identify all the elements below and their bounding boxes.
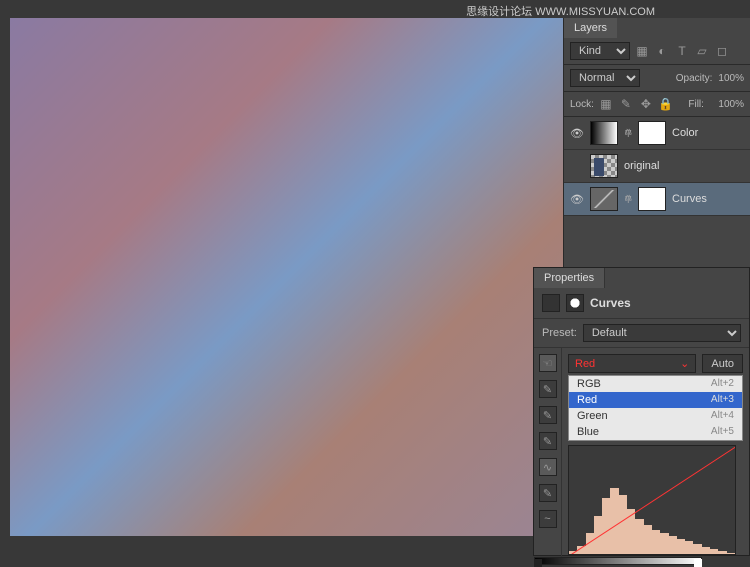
- preset-label: Preset:: [542, 327, 577, 339]
- lock-position-icon[interactable]: ✥: [638, 96, 654, 112]
- black-point-eyedropper-icon[interactable]: ✎: [539, 380, 557, 398]
- filter-smart-icon[interactable]: ◻: [714, 43, 730, 59]
- targeted-adjustment-icon[interactable]: ☜: [539, 354, 557, 372]
- layer-thumbnail[interactable]: [590, 154, 618, 178]
- layer-row[interactable]: 👁 𐄷 Color: [564, 117, 750, 150]
- link-icon: 𐄷: [624, 192, 632, 206]
- channel-option-blue[interactable]: BlueAlt+5: [569, 424, 742, 440]
- channel-dropdown: RGBAlt+2 RedAlt+3 GreenAlt+4 BlueAlt+5: [568, 375, 743, 441]
- channel-select[interactable]: Red⌄: [568, 354, 696, 373]
- mask-thumbnail[interactable]: [638, 121, 666, 145]
- curves-histogram[interactable]: [568, 445, 736, 555]
- properties-panel: Properties Curves Preset: Default ☜ ✎ ✎ …: [533, 267, 750, 556]
- lock-transparency-icon[interactable]: ▦: [598, 96, 614, 112]
- mask-thumbnail[interactable]: [638, 187, 666, 211]
- filter-type-icon[interactable]: T: [674, 43, 690, 59]
- channel-option-green[interactable]: GreenAlt+4: [569, 408, 742, 424]
- pencil-curve-icon[interactable]: ✎: [539, 484, 557, 502]
- mask-icon: [566, 294, 584, 312]
- input-gradient: [534, 557, 702, 565]
- layers-tab[interactable]: Layers: [564, 18, 617, 38]
- layer-thumbnail[interactable]: [590, 121, 618, 145]
- visibility-toggle-icon[interactable]: 👁: [570, 193, 584, 206]
- layer-name-label[interactable]: Curves: [672, 193, 707, 205]
- filter-pixel-icon[interactable]: ▦: [634, 43, 650, 59]
- layer-row[interactable]: original: [564, 150, 750, 183]
- white-point-slider[interactable]: [694, 559, 702, 567]
- filter-shape-icon[interactable]: ▱: [694, 43, 710, 59]
- channel-option-rgb[interactable]: RGBAlt+2: [569, 376, 742, 392]
- adjustment-title: Curves: [590, 296, 631, 310]
- smooth-curve-icon[interactable]: ~: [539, 510, 557, 528]
- lock-all-icon[interactable]: 🔒: [658, 96, 674, 112]
- link-icon: 𐄷: [624, 126, 632, 140]
- lock-pixels-icon[interactable]: ✎: [618, 96, 634, 112]
- layer-name-label[interactable]: Color: [672, 127, 698, 139]
- fill-value[interactable]: 100%: [718, 99, 744, 110]
- blend-mode-select[interactable]: Normal: [570, 69, 640, 87]
- auto-button[interactable]: Auto: [702, 354, 743, 373]
- lock-label: Lock:: [570, 99, 594, 110]
- preset-select[interactable]: Default: [583, 324, 741, 342]
- image-canvas[interactable]: [10, 18, 563, 536]
- layer-row[interactable]: 👁 𐄷 Curves: [564, 183, 750, 216]
- gray-point-eyedropper-icon[interactable]: ✎: [539, 406, 557, 424]
- filter-adjustment-icon[interactable]: ◐: [654, 43, 670, 59]
- opacity-label: Opacity:: [676, 73, 713, 84]
- point-curve-icon[interactable]: ∿: [539, 458, 557, 476]
- layer-thumbnail[interactable]: [590, 187, 618, 211]
- white-point-eyedropper-icon[interactable]: ✎: [539, 432, 557, 450]
- properties-tab[interactable]: Properties: [534, 268, 605, 288]
- chevron-down-icon: ⌄: [680, 357, 689, 370]
- filter-kind-select[interactable]: Kind: [570, 42, 630, 60]
- visibility-toggle-icon[interactable]: 👁: [570, 127, 584, 140]
- curves-tools-column: ☜ ✎ ✎ ✎ ∿ ✎ ~: [534, 348, 562, 561]
- curve-line[interactable]: [569, 446, 735, 554]
- channel-option-red[interactable]: RedAlt+3: [569, 392, 742, 408]
- layers-panel: Layers Kind ▦ ◐ T ▱ ◻ Normal Opacity: 10…: [563, 18, 750, 268]
- fill-label: Fill:: [688, 99, 704, 110]
- watermark-text: 思缘设计论坛 WWW.MISSYUAN.COM: [466, 3, 655, 19]
- layer-name-label[interactable]: original: [624, 160, 659, 172]
- curves-adjustment-icon: [542, 294, 560, 312]
- black-point-slider[interactable]: [534, 559, 542, 567]
- opacity-value[interactable]: 100%: [718, 73, 744, 84]
